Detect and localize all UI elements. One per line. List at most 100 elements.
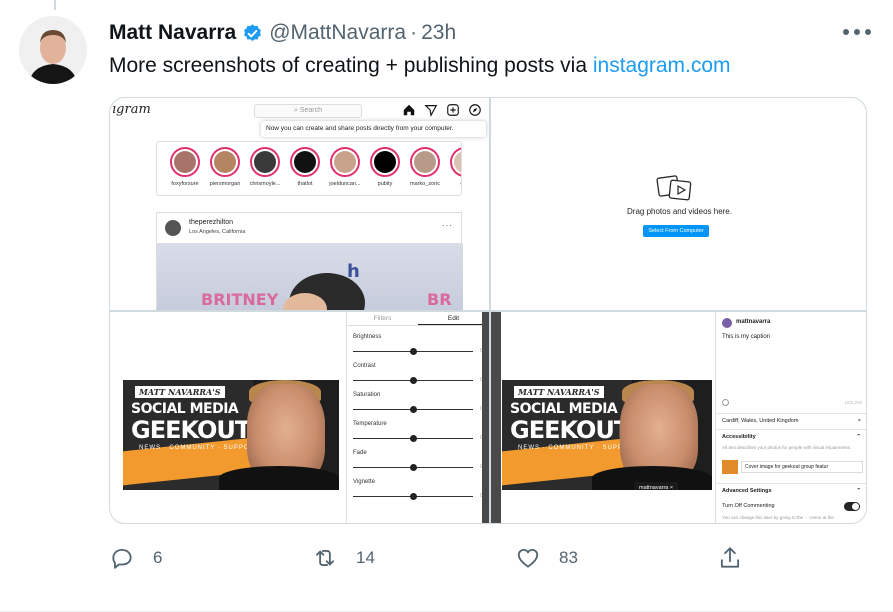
svg-text:BRITNEY: BRITNEY <box>201 290 279 309</box>
share-icon <box>720 547 740 568</box>
instagram-logo: ıgram <box>112 102 151 117</box>
story-label: joelduncan... <box>329 181 361 187</box>
slider-knob <box>410 493 417 500</box>
media-image-edit-photo[interactable]: MATT NAVARRA'S SOCIAL MEDIA GEEKOUT NEWS… <box>110 312 489 523</box>
retweet-count: 14 <box>356 548 375 567</box>
share-button[interactable] <box>717 540 743 576</box>
story-item: ede <box>445 147 461 187</box>
accessibility-row: Accessibility ⌃ <box>716 429 866 443</box>
emoji-icon <box>722 399 729 406</box>
tweet-text-body: More screenshots of creating + publishin… <box>109 54 593 77</box>
story-item: piersmorgan <box>205 147 245 187</box>
chevron-up-icon: ⌃ <box>856 434 861 440</box>
advanced-settings-row: Advanced Settings ⌃ <box>716 483 866 497</box>
select-from-computer-button: Select From Computer <box>643 225 709 237</box>
slider-knob <box>410 377 417 384</box>
story-label: marko_zoric <box>410 181 440 187</box>
media-image-caption[interactable]: MATT NAVARRA'S SOCIAL MEDIA GEEKOUT NEWS… <box>491 312 866 523</box>
new-post-icon <box>447 104 459 116</box>
media-image-create-post[interactable]: Drag photos and videos here. Select From… <box>491 98 866 310</box>
commenting-label: Turn Off Commenting <box>722 503 775 509</box>
display-name[interactable]: Matt Navarra <box>109 21 236 45</box>
advanced-settings-label: Advanced Settings <box>722 488 772 494</box>
like-count: 83 <box>559 548 578 567</box>
tagged-photo: MATT NAVARRA'S SOCIAL MEDIA GEEKOUT NEWS… <box>502 380 712 490</box>
photo-line2: SOCIAL MEDIA <box>131 401 239 417</box>
slider-knob <box>410 435 417 442</box>
photo-video-icon <box>656 175 692 201</box>
photo-line3: GEEKOUT <box>131 416 251 444</box>
drag-instructions: Drag photos and videos here. <box>627 207 732 216</box>
adjustment-label: Vignette <box>353 479 375 485</box>
more-options-icon[interactable] <box>843 22 871 42</box>
tweet-link[interactable]: instagram.com <box>593 54 731 77</box>
adjustment-label: Contrast <box>353 363 376 369</box>
caption-username: mattnavarra <box>736 319 771 325</box>
story-avatar <box>290 147 320 177</box>
alt-text-input: Cover image for geekout group featur <box>741 461 863 473</box>
media-grid: ıgram ⌕ Search Now you can create and sh… <box>109 97 867 524</box>
thread-line <box>54 0 56 10</box>
story-label: piersmorgan <box>209 181 241 187</box>
post-more-icon: ··· <box>442 221 453 230</box>
handle[interactable]: @MattNavarra <box>269 21 406 45</box>
panel-divider-left <box>491 312 501 523</box>
story-avatar <box>370 147 400 177</box>
panel-divider <box>482 312 489 523</box>
home-icon <box>403 104 415 116</box>
search-placeholder: Search <box>299 107 323 114</box>
direct-icon <box>424 105 438 117</box>
like-button[interactable]: 83 <box>515 540 578 576</box>
story-label: foxyforsure <box>171 181 199 187</box>
caption-text: This is my caption <box>722 334 771 340</box>
adjustment-slider <box>353 348 473 355</box>
location-row: Cardiff, Wales, United Kingdom × <box>716 413 866 427</box>
reply-count: 6 <box>153 548 163 567</box>
story-item: pubity <box>365 147 405 187</box>
adjustment-slider <box>353 406 473 413</box>
adjustment-label: Saturation <box>353 392 381 398</box>
stories-tray: foxyforsure piersmorgan chrismoyle... thatl… <box>156 141 462 196</box>
story-item: thatlot <box>285 147 325 187</box>
photo-line1: MATT NAVARRA'S <box>135 386 225 398</box>
post-avatar <box>165 220 181 236</box>
edit-tabs: Filters Edit <box>347 312 489 326</box>
avatar[interactable] <box>19 16 87 84</box>
story-label: pubity <box>377 181 393 187</box>
edit-panel: Filters Edit Brightness0Contrast0Saturat… <box>346 312 489 523</box>
story-avatar <box>330 147 360 177</box>
user-tag-pill: mattnavarra × <box>634 482 679 490</box>
avatar-photo <box>19 16 87 84</box>
caption-avatar <box>722 318 732 328</box>
post-location: Los Angeles, California <box>189 229 246 235</box>
photo-line2-copy: SOCIAL MEDIA <box>510 401 618 417</box>
story-item: foxyforsure <box>165 147 205 187</box>
adjustment-slider <box>353 493 473 500</box>
separator-dot: · <box>410 21 418 44</box>
slider-knob <box>410 406 417 413</box>
timestamp[interactable]: 23h <box>421 21 456 45</box>
explore-icon <box>469 104 481 116</box>
feed-post: theperezhilton Los Angeles, California ·… <box>156 212 463 310</box>
adjustment-label: Fade <box>353 450 367 456</box>
story-avatar <box>210 147 240 177</box>
accessibility-desc: Alt text describes your photos for peopl… <box>722 445 852 450</box>
media-image-instagram-feed[interactable]: ıgram ⌕ Search Now you can create and sh… <box>110 98 489 310</box>
post-username: theperezhilton <box>189 219 233 226</box>
location-text: Cardiff, Wales, United Kingdom <box>722 418 799 424</box>
accessibility-label: Accessibility <box>722 434 756 440</box>
story-label: thatlot <box>297 181 313 187</box>
reply-button[interactable]: 6 <box>109 540 162 576</box>
alt-text-thumbnail <box>722 460 738 474</box>
svg-text:BR: BR <box>427 290 452 309</box>
tweet-header: Matt Navarra @MattNavarra · 23h <box>109 19 456 47</box>
caption-panel: mattnavarra This is my caption 18/2,200 … <box>715 312 866 523</box>
heart-icon <box>517 548 539 568</box>
retweet-button[interactable]: 14 <box>312 540 375 576</box>
adjustment-slider <box>353 435 473 442</box>
tweet-actions: 6 14 83 <box>109 540 867 576</box>
tab-edit: Edit <box>418 312 489 325</box>
story-avatar <box>410 147 440 177</box>
story-avatar <box>170 147 200 177</box>
photo-line3-copy: GEEKOUT <box>510 416 630 444</box>
